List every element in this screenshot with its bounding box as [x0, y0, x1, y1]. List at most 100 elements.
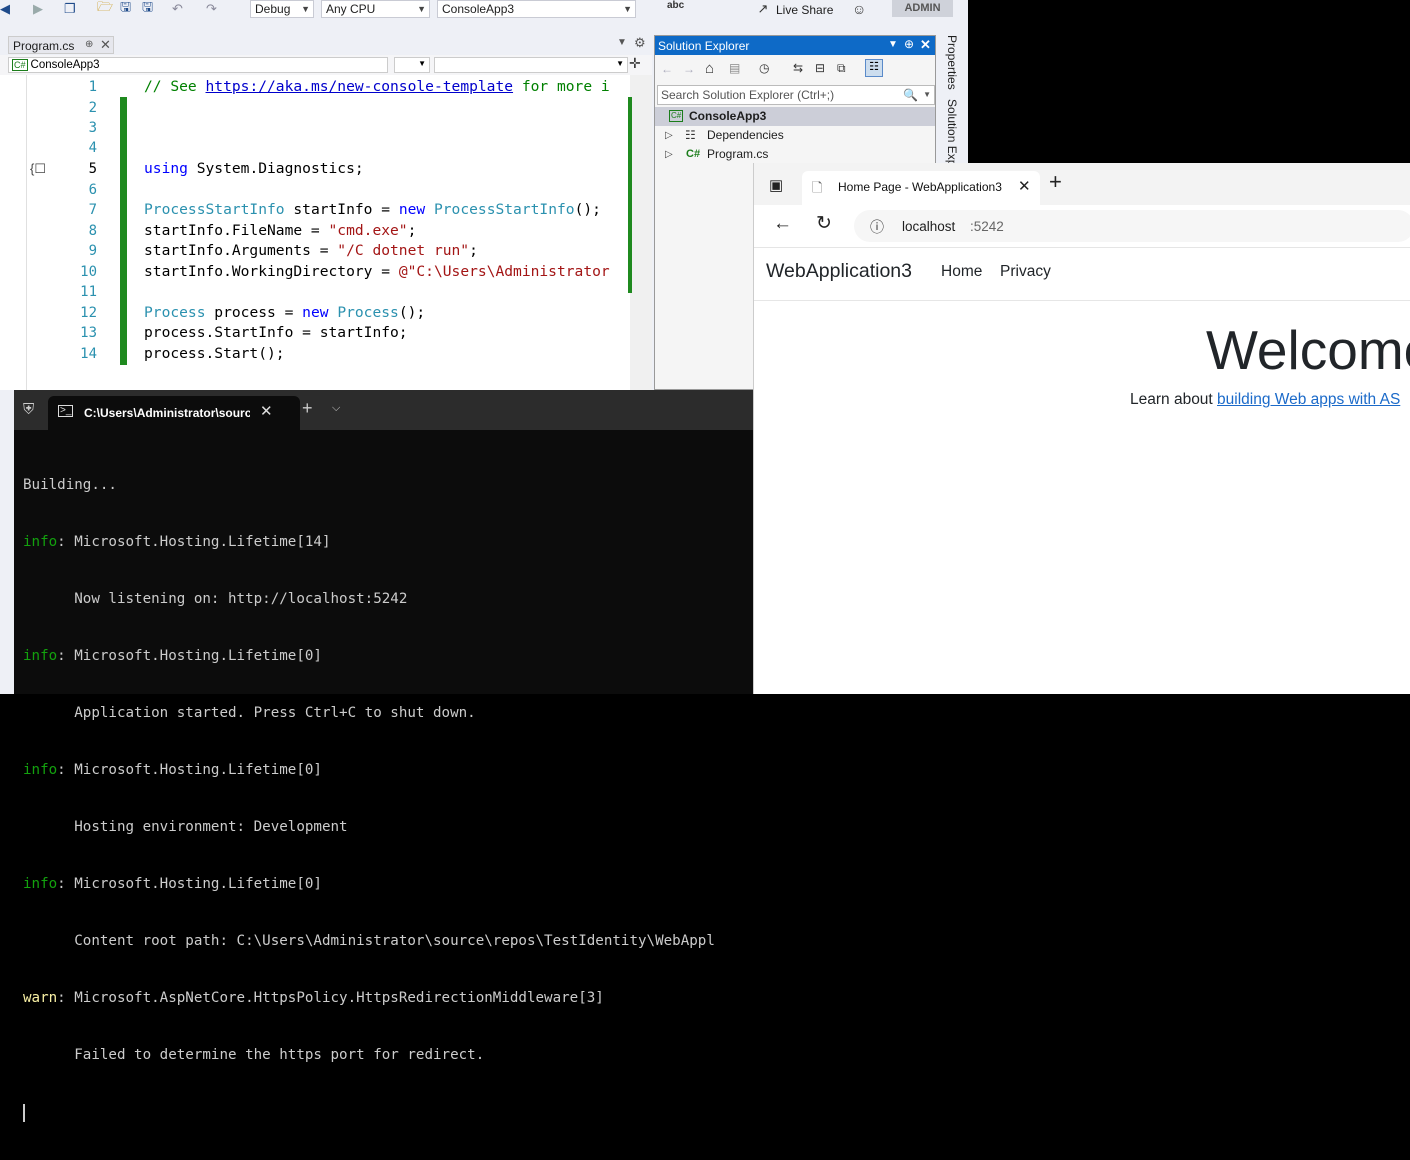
new-project-icon[interactable]: ❐: [64, 0, 76, 17]
tree-item-project[interactable]: C# ConsoleApp3: [655, 107, 935, 126]
address-bar-row: ← ↻ ⓘ localhost:5242: [754, 205, 1410, 248]
quick-action-icon[interactable]: {☐: [30, 161, 46, 177]
site-brand[interactable]: WebApplication3: [766, 260, 912, 283]
live-share-button[interactable]: Live Share: [776, 3, 833, 17]
home-icon[interactable]: ⌂: [705, 60, 714, 77]
line-text: : Microsoft.Hosting.Lifetime[0]: [57, 648, 322, 664]
line-number: 2: [88, 100, 97, 116]
browser-tab[interactable]: 🗋 Home Page - WebApplication3 ✕: [802, 171, 1040, 205]
terminal-output[interactable]: Building... info: Microsoft.Hosting.Life…: [23, 438, 715, 1160]
code-line: Process process = new Process();: [144, 304, 425, 321]
history-icon[interactable]: ◷: [759, 61, 769, 75]
csharp-project-icon: C#: [669, 110, 684, 122]
platform-select[interactable]: Any CPU ▼: [321, 0, 430, 18]
editor-scrollbar[interactable]: [628, 75, 652, 390]
code-editor[interactable]: {☐ 1 2 3 4 5 6 7 8 9 10 11 12 13 14 // S…: [0, 75, 652, 390]
collapse-all-icon[interactable]: ⊟: [815, 61, 825, 75]
solution-explorer-titlebar: Solution Explorer ▼ ⊕ ✕: [655, 36, 935, 55]
terminal-line: Failed to determine the https port for r…: [23, 1046, 715, 1065]
config-value: Debug: [255, 2, 291, 16]
comment-link[interactable]: https://aka.ms/new-console-template: [206, 78, 514, 95]
line-number: 8: [88, 223, 97, 239]
tab-program-cs[interactable]: Program.cs ⊕ ✕: [8, 36, 114, 54]
tree-item-label: Program.cs: [707, 147, 769, 161]
code-token: startInfo.FileName =: [144, 222, 329, 239]
type-scope-select[interactable]: ▼: [394, 57, 430, 73]
scrollbar-change-marker: [628, 97, 632, 293]
pin-icon[interactable]: ⊕: [85, 39, 93, 50]
startup-project-select[interactable]: ConsoleApp3 ▼: [437, 0, 636, 18]
account-badge[interactable]: ADMIN: [892, 0, 953, 17]
cmd-icon: >_: [58, 405, 74, 417]
expand-arrow-icon[interactable]: ▷: [665, 126, 673, 145]
close-icon[interactable]: ✕: [100, 37, 111, 53]
switch-views-icon[interactable]: ▤: [729, 61, 740, 75]
show-all-files-icon[interactable]: ⧉: [837, 61, 846, 76]
line-text: Hosting environment: Development: [23, 819, 348, 835]
code-line: startInfo.WorkingDirectory = @"C:\Users\…: [144, 263, 610, 280]
info-icon[interactable]: ⓘ: [870, 217, 884, 237]
member-scope-select[interactable]: ▼: [434, 57, 628, 73]
line-number: 14: [80, 346, 97, 362]
chevron-down-icon[interactable]: ⌵: [332, 402, 340, 415]
open-folder-icon[interactable]: 🗁: [97, 0, 113, 17]
forward-icon[interactable]: →: [683, 62, 695, 76]
learn-link[interactable]: building Web apps with AS: [1217, 391, 1400, 408]
line-text: Failed to determine the https port for r…: [23, 1047, 485, 1063]
side-tab-solution-explorer[interactable]: Solution Exp: [945, 99, 959, 166]
solution-search-input[interactable]: Search Solution Explorer (Ctrl+;) 🔍 ▼: [657, 85, 935, 105]
close-icon[interactable]: ✕: [1018, 177, 1031, 195]
terminal-tab[interactable]: >_ C:\Users\Administrator\source ✕: [48, 396, 300, 430]
nav-privacy[interactable]: Privacy: [1000, 263, 1051, 281]
string-token: "/C dotnet run": [337, 242, 470, 259]
close-icon[interactable]: ✕: [920, 37, 931, 53]
new-tab-icon[interactable]: +: [1049, 171, 1062, 193]
type-token: ProcessStartInfo: [144, 201, 285, 218]
gear-icon[interactable]: ⚙: [634, 35, 646, 51]
nav-home[interactable]: Home: [941, 263, 982, 281]
back-icon[interactable]: ←: [661, 62, 673, 76]
project-scope-select[interactable]: C# ConsoleApp3: [8, 57, 388, 73]
startup-value: ConsoleApp3: [442, 2, 515, 16]
browser-tab-title: Home Page - WebApplication3: [838, 180, 1002, 194]
tree-item-dependencies[interactable]: ▷ ☷ Dependencies: [655, 126, 935, 145]
chevron-down-icon[interactable]: ▼: [923, 86, 931, 104]
comment-token: for more i: [513, 78, 610, 95]
side-tab-properties[interactable]: Properties: [945, 35, 959, 90]
url-port: :5242: [970, 219, 1004, 234]
tree-item-label: ConsoleApp3: [689, 109, 767, 123]
save-all-icon[interactable]: 🖫: [142, 0, 153, 17]
pin-icon[interactable]: ⊕: [904, 37, 914, 51]
line-number: 3: [88, 120, 97, 136]
sync-icon[interactable]: ⇆: [793, 61, 803, 75]
url-input[interactable]: ⓘ localhost:5242: [854, 210, 1410, 242]
refresh-icon[interactable]: ↻: [816, 212, 832, 235]
forward-icon[interactable]: ▶: [33, 0, 43, 17]
split-view-icon[interactable]: ✛: [629, 55, 641, 72]
line-number: 4: [88, 140, 97, 156]
terminal-line: warn: Microsoft.AspNetCore.HttpsPolicy.H…: [23, 989, 715, 1008]
chevron-down-icon[interactable]: ▼: [888, 39, 898, 50]
save-icon[interactable]: 🖫: [120, 0, 131, 17]
dependencies-icon: ☷: [685, 128, 696, 142]
feedback-icon[interactable]: ☺: [852, 1, 866, 17]
close-icon[interactable]: ✕: [260, 402, 273, 420]
back-icon[interactable]: ◀: [0, 0, 10, 17]
log-level: warn: [23, 990, 58, 1006]
line-number: 12: [80, 305, 97, 321]
back-arrow-icon[interactable]: ←: [773, 213, 792, 235]
comment-token: // See: [144, 78, 206, 95]
tab-actions-icon[interactable]: ▣: [769, 176, 783, 194]
tree-item-program-cs[interactable]: ▷ C# Program.cs: [655, 145, 935, 164]
undo-icon[interactable]: ↶: [172, 0, 183, 17]
terminal-tab-bar: ⛨ >_ C:\Users\Administrator\source ✕ + ⌵: [14, 390, 754, 430]
new-tab-icon[interactable]: +: [302, 398, 313, 419]
spell-check-icon[interactable]: abc: [667, 0, 684, 11]
redo-icon[interactable]: ↷: [206, 0, 217, 17]
line-number: 5: [88, 161, 97, 177]
config-select[interactable]: Debug ▼: [250, 0, 314, 18]
tab-dropdown-icon[interactable]: ▼: [617, 37, 627, 48]
preview-selected-icon[interactable]: ☷: [865, 59, 883, 77]
expand-arrow-icon[interactable]: ▷: [665, 145, 673, 164]
terminal-line: Content root path: C:\Users\Administrato…: [23, 932, 715, 951]
